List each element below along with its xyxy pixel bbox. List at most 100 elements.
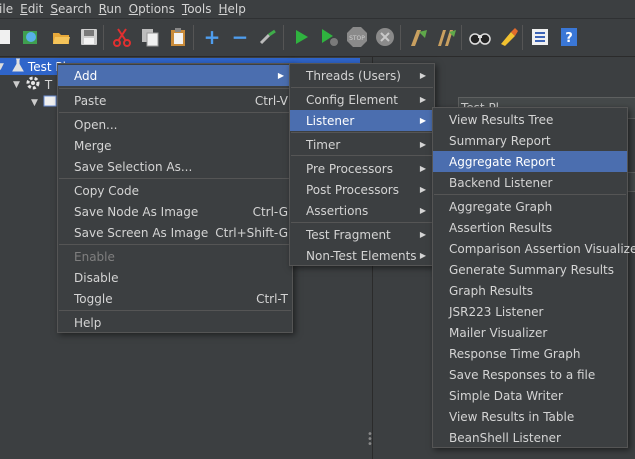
menu-item-generate-summary-results[interactable]: Generate Summary Results bbox=[433, 259, 627, 280]
collapse-icon[interactable]: − bbox=[229, 25, 251, 49]
menu-item-merge[interactable]: Merge bbox=[58, 135, 292, 156]
menu-item-label: Test Fragment bbox=[306, 227, 391, 242]
menu-item-label: Save Node As Image bbox=[74, 204, 199, 219]
menu-item-view-results-tree[interactable]: View Results Tree bbox=[433, 109, 627, 130]
open-template-icon[interactable] bbox=[20, 26, 42, 48]
menu-separator bbox=[291, 222, 433, 223]
menu-item-non-test-elements[interactable]: Non-Test Elements ▶ bbox=[290, 245, 434, 266]
gear-icon bbox=[25, 75, 41, 94]
toggle-icon[interactable] bbox=[257, 26, 279, 48]
tree-node-child[interactable]: ▼ bbox=[0, 94, 57, 111]
menu-item-test-fragment[interactable]: Test Fragment ▶ bbox=[290, 224, 434, 245]
paste-icon[interactable] bbox=[167, 26, 189, 48]
function-helper-icon[interactable] bbox=[529, 26, 551, 48]
collapse-arrow-icon[interactable]: ▼ bbox=[13, 80, 20, 90]
menu-run[interactable]: Run bbox=[99, 2, 129, 16]
menu-item-post-processors[interactable]: Post Processors ▶ bbox=[290, 179, 434, 200]
menu-item-mailer-visualizer[interactable]: Mailer Visualizer bbox=[433, 322, 627, 343]
menu-item-label: Response Time Graph bbox=[449, 346, 581, 361]
menu-item-beanshell-listener[interactable]: BeanShell Listener bbox=[433, 427, 627, 448]
toolbar-separator bbox=[193, 25, 194, 50]
menu-item-timer[interactable]: Timer ▶ bbox=[290, 134, 434, 155]
cut-icon[interactable] bbox=[111, 26, 133, 48]
menu-item-listener[interactable]: Listener ▶ bbox=[290, 110, 434, 131]
start-no-pause-icon[interactable] bbox=[318, 26, 340, 48]
search-icon[interactable] bbox=[469, 26, 491, 48]
menu-item-label: Mailer Visualizer bbox=[449, 325, 548, 340]
menu-item-label: Comparison Assertion Visualizer bbox=[449, 241, 635, 256]
menu-item-jsr223-listener[interactable]: JSR223 Listener bbox=[433, 301, 627, 322]
menu-mnemonic: S bbox=[50, 2, 58, 16]
submenu-arrow-icon: ▶ bbox=[419, 206, 426, 215]
help-icon[interactable]: ? bbox=[558, 26, 580, 48]
menu-item-paste[interactable]: Paste Ctrl-V bbox=[58, 90, 292, 111]
menu-item-pre-processors[interactable]: Pre Processors ▶ bbox=[290, 158, 434, 179]
menu-item-label: Config Element bbox=[306, 92, 398, 107]
svg-text:STOP: STOP bbox=[349, 35, 365, 42]
menu-item-assertions[interactable]: Assertions ▶ bbox=[290, 200, 434, 221]
submenu-arrow-icon: ▶ bbox=[419, 251, 426, 260]
menu-item-comparison-assertion-visualizer[interactable]: Comparison Assertion Visualizer bbox=[433, 238, 635, 259]
menu-search[interactable]: Search bbox=[50, 2, 98, 16]
menu-tools[interactable]: Tools bbox=[182, 2, 219, 16]
new-template-icon[interactable] bbox=[0, 26, 14, 48]
menu-item-aggregate-graph[interactable]: Aggregate Graph bbox=[433, 196, 627, 217]
menu-separator bbox=[59, 244, 291, 245]
menu-item-view-results-table[interactable]: View Results in Table bbox=[433, 406, 627, 427]
menu-item-save-selection[interactable]: Save Selection As... bbox=[58, 156, 292, 177]
toolbar-separator bbox=[522, 25, 523, 50]
toolbar-separator bbox=[103, 25, 104, 50]
menu-item-label: Assertion Results bbox=[449, 220, 553, 235]
menu-options[interactable]: Options bbox=[129, 2, 182, 16]
save-icon[interactable] bbox=[78, 26, 100, 48]
collapse-arrow-icon[interactable]: ▼ bbox=[31, 98, 38, 108]
splitter-handle[interactable]: • • • bbox=[367, 430, 373, 450]
clear-all-icon[interactable] bbox=[435, 26, 457, 48]
menu-item-save-responses[interactable]: Save Responses to a file bbox=[433, 364, 627, 385]
menu-item-response-time-graph[interactable]: Response Time Graph bbox=[433, 343, 627, 364]
menu-item-config-element[interactable]: Config Element ▶ bbox=[290, 89, 434, 110]
menu-item-accelerator: Ctrl+Shift-G bbox=[215, 225, 288, 240]
menu-item-save-node-image[interactable]: Save Node As Image Ctrl-G bbox=[58, 201, 292, 222]
menu-item-disable[interactable]: Disable bbox=[58, 267, 292, 288]
toolbar-separator bbox=[461, 25, 462, 50]
menu-item-copy-code[interactable]: Copy Code bbox=[58, 180, 292, 201]
copy-icon[interactable] bbox=[139, 26, 161, 48]
menu-item-help[interactable]: Help bbox=[58, 312, 292, 333]
menu-mnemonic: H bbox=[218, 2, 228, 16]
menu-item-label: Paste bbox=[74, 93, 107, 108]
sampler-icon bbox=[43, 94, 57, 111]
menu-item-graph-results[interactable]: Graph Results bbox=[433, 280, 627, 301]
menu-label: earch bbox=[57, 2, 92, 16]
menu-item-label: Merge bbox=[74, 138, 112, 153]
expand-icon[interactable]: + bbox=[201, 25, 223, 49]
menu-item-open[interactable]: Open... bbox=[58, 114, 292, 135]
reset-search-icon[interactable] bbox=[497, 26, 519, 48]
menu-item-simple-data-writer[interactable]: Simple Data Writer bbox=[433, 385, 627, 406]
toolbar-separator bbox=[400, 25, 401, 50]
tree-node-thread-group[interactable]: ▼ T bbox=[0, 76, 52, 93]
menu-item-backend-listener[interactable]: Backend Listener bbox=[433, 172, 627, 193]
menu-item-label: Disable bbox=[74, 270, 119, 285]
start-icon[interactable] bbox=[290, 26, 312, 48]
menu-item-label: Add bbox=[74, 68, 98, 83]
menu-item-add[interactable]: Add ▶ bbox=[58, 65, 292, 86]
stop-icon[interactable]: STOP bbox=[346, 26, 368, 48]
menu-item-label: Open... bbox=[74, 117, 118, 132]
menu-mnemonic: O bbox=[128, 2, 139, 16]
clear-icon[interactable] bbox=[407, 26, 429, 48]
menu-item-assertion-results[interactable]: Assertion Results bbox=[433, 217, 627, 238]
menu-item-threads[interactable]: Threads (Users) ▶ bbox=[290, 65, 434, 86]
shutdown-icon[interactable] bbox=[374, 26, 396, 48]
open-icon[interactable] bbox=[50, 26, 72, 48]
menu-item-summary-report[interactable]: Summary Report bbox=[433, 130, 627, 151]
menu-item-accelerator: Ctrl-G bbox=[252, 204, 288, 219]
menu-item-aggregate-report[interactable]: Aggregate Report bbox=[433, 151, 627, 172]
flask-icon bbox=[11, 58, 25, 75]
collapse-arrow-icon[interactable]: ▼ bbox=[0, 62, 4, 72]
menu-item-save-screen-image[interactable]: Save Screen As Image Ctrl+Shift-G bbox=[58, 222, 292, 243]
menu-edit[interactable]: Edit bbox=[20, 2, 50, 16]
menu-help[interactable]: Help bbox=[219, 2, 253, 16]
menu-file[interactable]: File bbox=[0, 2, 20, 16]
menu-item-toggle[interactable]: Toggle Ctrl-T bbox=[58, 288, 292, 309]
